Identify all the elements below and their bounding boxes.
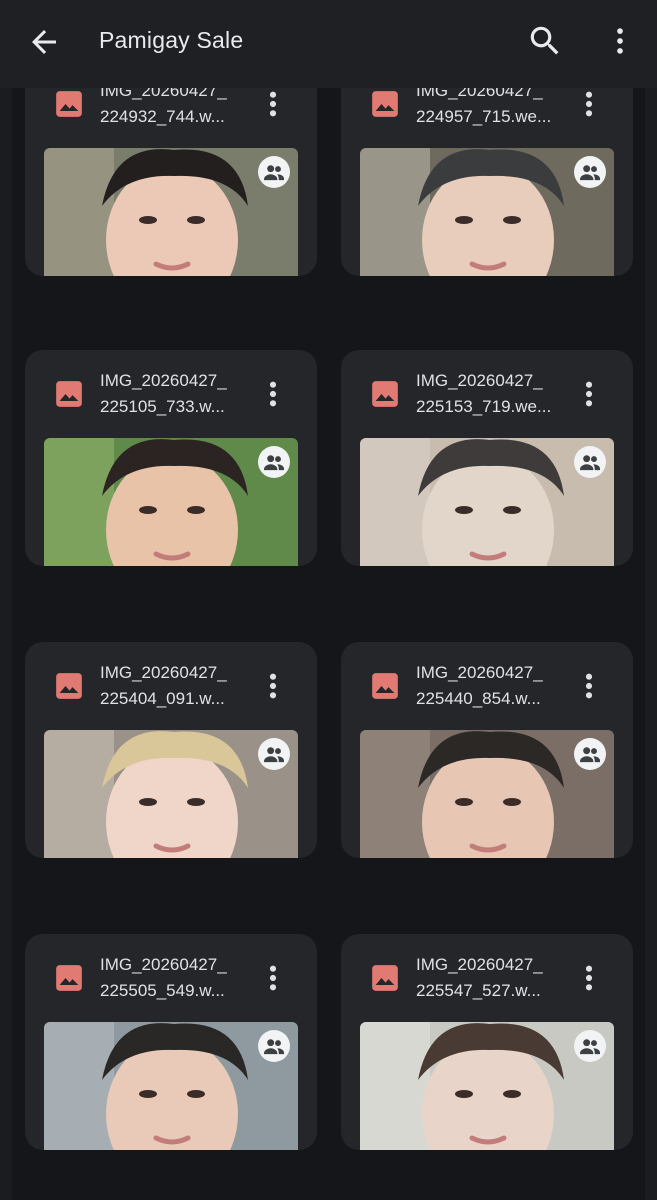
people-icon [580,747,600,763]
more-vert-icon[interactable] [263,88,283,120]
file-name: IMG_20260427_ 225440_854.w... [416,660,566,712]
search-icon[interactable] [526,22,564,60]
people-icon [580,1039,600,1055]
more-vert-icon[interactable] [579,670,599,702]
people-icon [264,455,284,471]
file-card-5[interactable]: IMG_20260427_ 225404_091.w... [25,642,317,858]
image-thumbnail[interactable] [360,148,614,276]
shared-badge [258,446,290,478]
image-thumbnail[interactable] [44,730,298,858]
file-name: IMG_20260427_ 225404_091.w... [100,660,250,712]
file-name: IMG_20260427_ 225505_549.w... [100,952,250,1004]
image-file-icon [56,381,82,407]
more-vert-icon[interactable] [579,378,599,410]
file-name-line-1: IMG_20260427_ [100,663,227,682]
people-icon [264,747,284,763]
file-card-1[interactable]: IMG_20260427_ 224932_744.w... [25,88,317,276]
people-icon [264,1039,284,1055]
file-name-line-2: 225505_549.w... [100,981,225,1000]
file-name: IMG_20260427_ 225547_527.w... [416,952,566,1004]
more-vert-icon[interactable] [263,378,283,410]
file-name: IMG_20260427_ 225105_733.w... [100,368,250,420]
file-name-line-1: IMG_20260427_ [100,88,227,100]
file-name: IMG_20260427_ 225153_719.we... [416,368,566,420]
shared-badge [574,1030,606,1062]
file-name-line-2: 225105_733.w... [100,397,225,416]
image-thumbnail[interactable] [360,730,614,858]
shared-badge [258,1030,290,1062]
image-file-icon [56,965,82,991]
image-thumbnail[interactable] [44,148,298,276]
image-file-icon [372,91,398,117]
file-name-line-2: 225153_719.we... [416,397,552,416]
image-thumbnail[interactable] [44,438,298,566]
shared-badge [574,446,606,478]
page-title: Pamigay Sale [99,27,244,53]
shared-badge [258,738,290,770]
file-grid-scroll[interactable]: IMG_20260427_ 224932_744.w... IMG_202604… [12,88,645,1200]
file-card-8[interactable]: IMG_20260427_ 225547_527.w... [341,934,633,1150]
file-card-2[interactable]: IMG_20260427_ 224957_715.we... [341,88,633,276]
file-card-6[interactable]: IMG_20260427_ 225440_854.w... [341,642,633,858]
more-vert-icon[interactable] [263,962,283,994]
file-name-line-1: IMG_20260427_ [100,955,227,974]
file-name-line-2: 225440_854.w... [416,689,541,708]
image-file-icon [372,673,398,699]
file-name-line-2: 225547_527.w... [416,981,541,1000]
file-name-line-1: IMG_20260427_ [100,371,227,390]
people-icon [580,455,600,471]
image-file-icon [372,965,398,991]
file-name: IMG_20260427_ 224957_715.we... [416,88,566,130]
file-name-line-1: IMG_20260427_ [416,955,543,974]
image-thumbnail[interactable] [360,1022,614,1150]
file-name-line-1: IMG_20260427_ [416,371,543,390]
shared-badge [574,156,606,188]
more-vert-icon[interactable] [603,22,637,60]
shared-badge [258,156,290,188]
image-thumbnail[interactable] [360,438,614,566]
file-name-line-2: 224957_715.we... [416,107,552,126]
image-thumbnail[interactable] [44,1022,298,1150]
file-name: IMG_20260427_ 224932_744.w... [100,88,250,130]
more-vert-icon[interactable] [579,88,599,120]
image-file-icon [56,91,82,117]
file-card-3[interactable]: IMG_20260427_ 225105_733.w... [25,350,317,566]
file-name-line-1: IMG_20260427_ [416,663,543,682]
file-name-line-2: 225404_091.w... [100,689,225,708]
image-file-icon [372,381,398,407]
file-name-line-1: IMG_20260427_ [416,88,543,100]
more-vert-icon[interactable] [579,962,599,994]
file-name-line-2: 224932_744.w... [100,107,225,126]
people-icon [580,165,600,181]
file-card-4[interactable]: IMG_20260427_ 225153_719.we... [341,350,633,566]
more-vert-icon[interactable] [263,670,283,702]
people-icon [264,165,284,181]
app-bar: Pamigay Sale [0,0,657,88]
arrow-back-icon[interactable] [26,24,62,60]
shared-badge [574,738,606,770]
image-file-icon [56,673,82,699]
file-card-7[interactable]: IMG_20260427_ 225505_549.w... [25,934,317,1150]
